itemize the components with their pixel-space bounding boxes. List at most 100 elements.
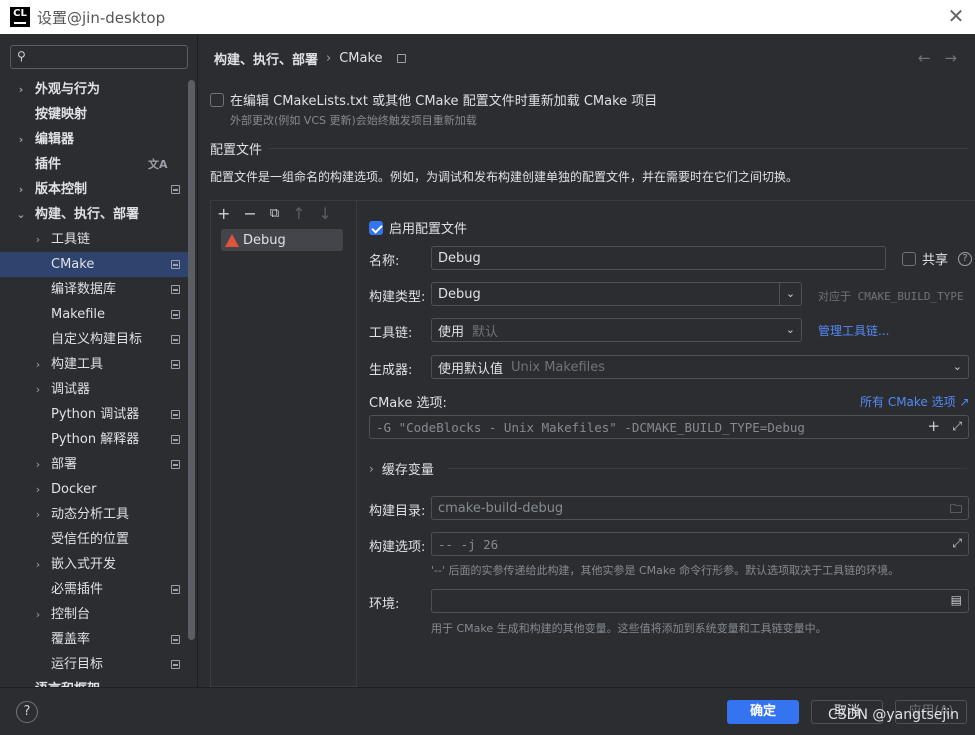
sidebar-item-label: 构建、执行、部署 xyxy=(35,207,140,222)
build-options-hint: '--' 后面的实参传递给此构建，其他实参是 CMake 命令行形参。默认选项取… xyxy=(431,564,900,577)
share-label: 共享 xyxy=(922,253,949,268)
help-icon[interactable]: ? xyxy=(16,701,38,723)
search-input[interactable]: ⚲ xyxy=(10,45,188,69)
chevron-right-icon[interactable]: › xyxy=(33,552,43,577)
chevron-right-icon[interactable]: › xyxy=(33,602,43,627)
reload-cmake-option[interactable]: 在编辑 CMakeLists.txt 或其他 CMake 配置文件时重新加载 C… xyxy=(210,90,657,109)
sidebar-item[interactable]: › 工具链 xyxy=(0,227,190,252)
sidebar-item[interactable]: › 嵌入式开发 xyxy=(0,552,190,577)
sidebar-item[interactable]: 覆盖率 xyxy=(0,627,190,652)
sidebar-item[interactable]: › 语言和框架 xyxy=(0,677,190,687)
sidebar-item[interactable]: ⌄ 构建、执行、部署 xyxy=(0,202,190,227)
profiles-list-panel: + − ⧉ ↑ ↓ Debug xyxy=(210,200,356,687)
share-help-icon[interactable]: ? xyxy=(958,251,973,266)
sidebar-item[interactable]: 运行目标 xyxy=(0,652,190,677)
sidebar-item[interactable]: › 编辑器 xyxy=(0,127,190,152)
profile-name-value: Debug xyxy=(438,250,481,266)
chevron-down-icon[interactable]: ⌄ xyxy=(779,283,801,305)
document-icon[interactable]: ▤ xyxy=(951,593,962,607)
sidebar-item[interactable]: Python 调试器 xyxy=(0,402,190,427)
cmake-options-field[interactable]: -G "CodeBlocks - Unix Makefiles" -DCMAKE… xyxy=(369,415,969,439)
enable-profile-option[interactable]: 启用配置文件 xyxy=(369,218,467,237)
sidebar-item-label: Docker xyxy=(51,482,97,497)
profiles-section-title: 配置文件 xyxy=(210,143,263,158)
remove-profile-icon[interactable]: − xyxy=(243,204,256,223)
sidebar-item[interactable]: 按键映射 xyxy=(0,102,190,127)
manage-toolchains-link[interactable]: 管理工具链... xyxy=(818,322,889,339)
copy-profile-icon[interactable]: ⧉ xyxy=(270,206,279,221)
generator-value: 使用默认值 xyxy=(438,361,504,377)
sidebar-item[interactable]: › 版本控制 xyxy=(0,177,190,202)
enable-profile-label: 启用配置文件 xyxy=(389,222,468,237)
generator-sub: Unix Makefiles xyxy=(511,359,606,375)
sidebar-item[interactable]: Makefile xyxy=(0,302,190,327)
chevron-right-icon[interactable]: › xyxy=(16,127,26,152)
sidebar-item[interactable]: › 外观与行为 xyxy=(0,77,190,102)
chevron-right-icon[interactable]: › xyxy=(33,227,43,252)
sidebar-item-label: 语言和框架 xyxy=(35,677,100,687)
profile-name-field[interactable]: Debug xyxy=(431,246,886,270)
sidebar-scrollbar[interactable] xyxy=(188,80,195,640)
breadcrumb-separator: › xyxy=(326,51,332,66)
sidebar-item[interactable]: › 动态分析工具 xyxy=(0,502,190,527)
sidebar-item[interactable]: › 调试器 xyxy=(0,377,190,402)
sidebar-item[interactable]: 编译数据库 xyxy=(0,277,190,302)
sidebar-item[interactable]: 受信任的位置 xyxy=(0,527,190,552)
toolchain-label: 工具链: xyxy=(369,326,413,341)
environment-label: 环境: xyxy=(369,597,400,612)
close-icon[interactable]: ✕ xyxy=(945,5,967,27)
project-scope-icon xyxy=(171,460,180,469)
enable-profile-checkbox[interactable] xyxy=(369,220,383,235)
build-dir-field[interactable]: cmake-build-debug 🗀 xyxy=(431,496,969,520)
sidebar-item-label: 必需插件 xyxy=(51,582,104,597)
move-up-icon[interactable]: ↑ xyxy=(292,204,305,223)
chevron-right-icon[interactable]: › xyxy=(33,377,43,402)
build-dir-value: cmake-build-debug xyxy=(438,500,564,516)
chevron-right-icon[interactable]: › xyxy=(33,452,43,477)
sidebar-item[interactable]: CMake xyxy=(0,252,190,277)
folder-icon[interactable]: 🗀 xyxy=(950,500,962,519)
cmake-options-label: CMake 选项: xyxy=(369,396,447,411)
project-scope-icon xyxy=(171,660,180,669)
build-type-label: 构建类型: xyxy=(369,290,426,305)
window-title: 设置@jin-desktop xyxy=(37,8,166,27)
expand-icon[interactable]: ⤢ xyxy=(952,419,962,434)
breadcrumb-parent[interactable]: 构建、执行、部署 xyxy=(214,49,318,68)
generator-select[interactable]: 使用默认值 Unix Makefiles ⌄ xyxy=(431,355,969,379)
sidebar-item[interactable]: Python 解释器 xyxy=(0,427,190,452)
sidebar-item[interactable]: › Docker xyxy=(0,477,190,502)
sidebar-item[interactable]: 必需插件 xyxy=(0,577,190,602)
toolchain-select[interactable]: 使用 默认 ⌄ xyxy=(431,318,802,342)
cache-variables-toggle[interactable]: › 缓存变量 xyxy=(369,459,434,479)
reload-cmake-checkbox[interactable] xyxy=(210,92,224,107)
move-down-icon[interactable]: ↓ xyxy=(319,204,332,223)
chevron-right-icon[interactable]: › xyxy=(33,352,43,377)
chevron-right-icon[interactable]: › xyxy=(16,177,26,202)
environment-field[interactable]: ▤ xyxy=(431,589,969,613)
add-option-icon[interactable]: + xyxy=(927,417,940,435)
chevron-right-icon[interactable]: › xyxy=(16,77,26,102)
sidebar-item-label: 运行目标 xyxy=(51,657,104,672)
chevron-right-icon[interactable]: › xyxy=(33,502,43,527)
add-profile-icon[interactable]: + xyxy=(217,204,230,223)
chevron-down-icon[interactable]: ⌄ xyxy=(16,202,26,227)
ok-button[interactable]: 确定 xyxy=(727,700,799,724)
all-cmake-options-link[interactable]: 所有 CMake 选项 ↗ xyxy=(860,393,970,410)
sidebar-item[interactable]: 自定义构建目标 xyxy=(0,327,190,352)
sidebar-item[interactable]: 插件 文A xyxy=(0,152,190,177)
expand-icon[interactable]: ⤢ xyxy=(952,536,962,551)
share-checkbox[interactable] xyxy=(902,251,916,266)
profile-details-panel: 启用配置文件 名称: Debug 共享 ? 构建类型: Debug ⌄ 对应于 … xyxy=(356,200,975,687)
chevron-right-icon[interactable]: › xyxy=(33,477,43,502)
sidebar-item[interactable]: › 构建工具 xyxy=(0,352,190,377)
chevron-right-icon[interactable]: › xyxy=(16,677,26,687)
build-type-combobox[interactable]: Debug ⌄ xyxy=(431,282,802,306)
forward-arrow-icon[interactable]: → xyxy=(944,49,957,67)
build-options-field[interactable]: -- -j 26 ⤢ xyxy=(431,532,969,556)
back-arrow-icon[interactable]: ← xyxy=(918,49,931,67)
profile-list-item[interactable]: Debug xyxy=(221,229,343,251)
dialog-footer: ? 确定 取消 应用(A) CSDN @yangtsejin xyxy=(0,687,975,735)
sidebar-item[interactable]: › 控制台 xyxy=(0,602,190,627)
share-option[interactable]: 共享 ? xyxy=(902,249,973,268)
sidebar-item[interactable]: › 部署 xyxy=(0,452,190,477)
